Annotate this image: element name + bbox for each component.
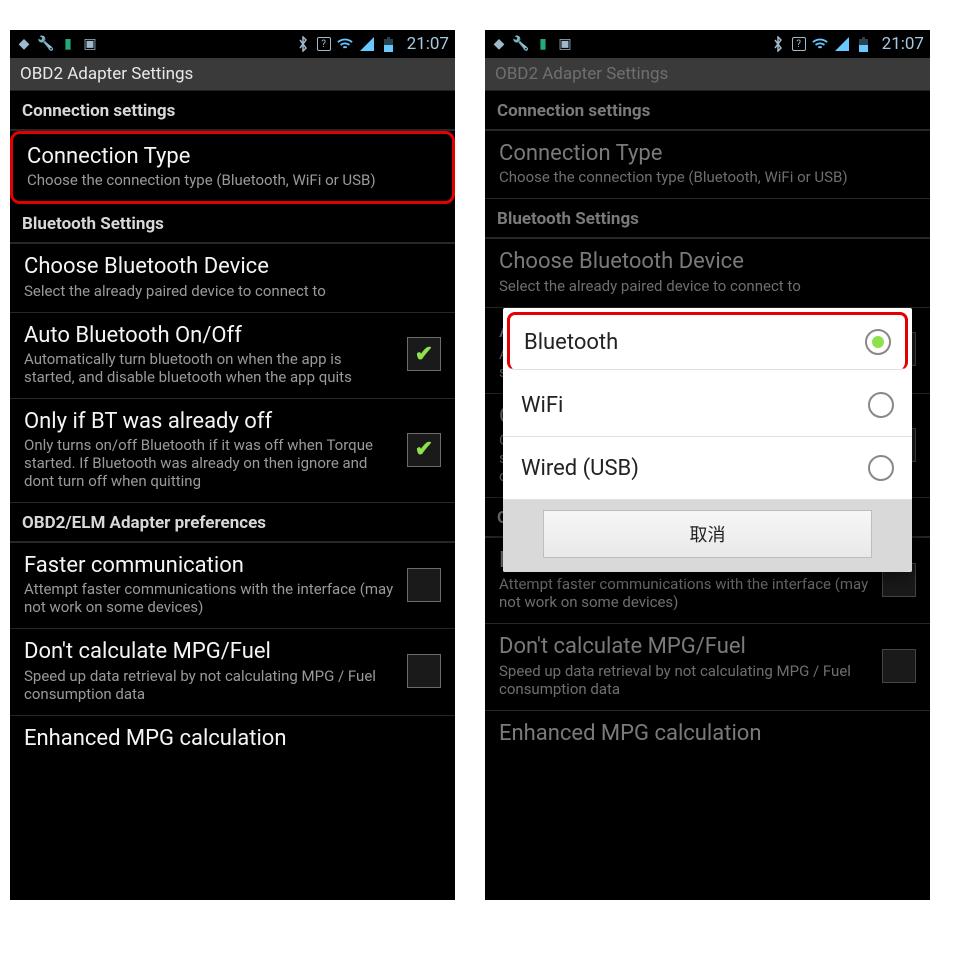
battery-icon xyxy=(856,36,872,52)
gps-icon: ◆ xyxy=(491,36,507,52)
item-subtitle: Choose the connection type (Bluetooth, W… xyxy=(27,171,438,189)
status-bar: ◆ 🔧 ▮ ▣ ? 21:07 xyxy=(485,30,930,58)
wifi-icon xyxy=(812,36,828,52)
phone-left: ◆ 🔧 ▮ ▣ ? 21:07 OBD2 Adapter Settings Co… xyxy=(10,30,455,900)
dialog-option-wired[interactable]: Wired (USB) xyxy=(503,437,912,500)
item-subtitle: Select the already paired device to conn… xyxy=(499,277,916,295)
checkbox-no-mpg[interactable] xyxy=(407,654,441,688)
item-subtitle: Select the already paired device to conn… xyxy=(24,282,441,300)
bluetooth-icon xyxy=(770,36,786,52)
battery-icon xyxy=(381,36,397,52)
item-choose-bluetooth[interactable]: Choose Bluetooth Device Select the alrea… xyxy=(10,244,455,312)
item-choose-bluetooth[interactable]: Choose Bluetooth Device Select the alrea… xyxy=(485,239,930,307)
radio-wifi[interactable] xyxy=(868,392,894,418)
section-connection: Connection settings xyxy=(10,91,455,131)
item-connection-type[interactable]: Connection Type Choose the connection ty… xyxy=(10,131,455,204)
page-title: OBD2 Adapter Settings xyxy=(485,58,930,91)
item-title: Don't calculate MPG/Fuel xyxy=(499,634,870,659)
item-faster-comm[interactable]: Faster communication Attempt faster comm… xyxy=(10,543,455,629)
cancel-button[interactable]: 取消 xyxy=(543,510,872,558)
signal-icon xyxy=(834,36,850,52)
item-title: Faster communication xyxy=(24,553,395,578)
checkbox-no-mpg[interactable] xyxy=(882,649,916,683)
checkbox-faster-comm[interactable] xyxy=(407,568,441,602)
item-subtitle: Speed up data retrieval by not calculati… xyxy=(499,662,870,698)
item-subtitle: Choose the connection type (Bluetooth, W… xyxy=(499,168,916,186)
item-title: Connection Type xyxy=(499,141,916,166)
item-enhanced-mpg[interactable]: Enhanced MPG calculation xyxy=(485,711,930,758)
picture-icon: ▣ xyxy=(82,36,98,52)
checkbox-auto-bluetooth[interactable] xyxy=(407,337,441,371)
app-icon: 🔧 xyxy=(513,36,529,52)
section-obd2elm: OBD2/ELM Adapter preferences xyxy=(10,503,455,543)
help-icon: ? xyxy=(792,37,806,51)
bluetooth-icon xyxy=(295,36,311,52)
item-subtitle: Speed up data retrieval by not calculati… xyxy=(24,667,395,703)
dialog-option-wifi[interactable]: WiFi xyxy=(503,374,912,437)
item-subtitle: Only turns on/off Bluetooth if it was of… xyxy=(24,436,395,490)
status-bar: ◆ 🔧 ▮ ▣ ? 21:07 xyxy=(10,30,455,58)
radio-wired[interactable] xyxy=(868,455,894,481)
item-no-mpg[interactable]: Don't calculate MPG/Fuel Speed up data r… xyxy=(10,629,455,715)
clock: 21:07 xyxy=(407,34,449,54)
signal-icon xyxy=(359,36,375,52)
item-connection-type[interactable]: Connection Type Choose the connection ty… xyxy=(485,131,930,199)
item-title: Only if BT was already off xyxy=(24,409,395,434)
item-title: Enhanced MPG calculation xyxy=(499,721,916,746)
item-title: Choose Bluetooth Device xyxy=(499,249,916,274)
item-title: Don't calculate MPG/Fuel xyxy=(24,639,395,664)
section-bluetooth: Bluetooth Settings xyxy=(485,199,930,239)
item-auto-bluetooth[interactable]: Auto Bluetooth On/Off Automatically turn… xyxy=(10,313,455,399)
picture-icon: ▣ xyxy=(557,36,573,52)
clock: 21:07 xyxy=(882,34,924,54)
item-title: Choose Bluetooth Device xyxy=(24,254,441,279)
connection-type-dialog: Bluetooth WiFi Wired (USB) 取消 xyxy=(503,308,912,572)
radio-bluetooth[interactable] xyxy=(865,329,891,355)
app-icon-2: ▮ xyxy=(60,36,76,52)
app-icon: 🔧 xyxy=(38,36,54,52)
option-label: WiFi xyxy=(521,393,563,418)
dialog-option-bluetooth[interactable]: Bluetooth xyxy=(507,312,908,370)
wifi-icon xyxy=(337,36,353,52)
item-no-mpg[interactable]: Don't calculate MPG/Fuel Speed up data r… xyxy=(485,624,930,710)
item-title: Connection Type xyxy=(27,144,438,169)
item-subtitle: Attempt faster communications with the i… xyxy=(499,575,870,611)
item-title: Auto Bluetooth On/Off xyxy=(24,323,395,348)
option-label: Bluetooth xyxy=(524,330,618,355)
item-title: Enhanced MPG calculation xyxy=(24,726,441,751)
help-icon: ? xyxy=(317,37,331,51)
app-icon-2: ▮ xyxy=(535,36,551,52)
phone-right: ◆ 🔧 ▮ ▣ ? 21:07 OBD2 Adapter Settings Co… xyxy=(485,30,930,900)
checkbox-only-if-bt-off[interactable] xyxy=(407,433,441,467)
gps-icon: ◆ xyxy=(16,36,32,52)
item-subtitle: Automatically turn bluetooth on when the… xyxy=(24,350,395,386)
item-enhanced-mpg[interactable]: Enhanced MPG calculation xyxy=(10,716,455,763)
option-label: Wired (USB) xyxy=(521,456,639,481)
page-title: OBD2 Adapter Settings xyxy=(10,58,455,91)
section-bluetooth: Bluetooth Settings xyxy=(10,204,455,244)
item-subtitle: Attempt faster communications with the i… xyxy=(24,580,395,616)
section-connection: Connection settings xyxy=(485,91,930,131)
item-only-if-bt-off[interactable]: Only if BT was already off Only turns on… xyxy=(10,399,455,503)
dialog-footer: 取消 xyxy=(503,500,912,572)
